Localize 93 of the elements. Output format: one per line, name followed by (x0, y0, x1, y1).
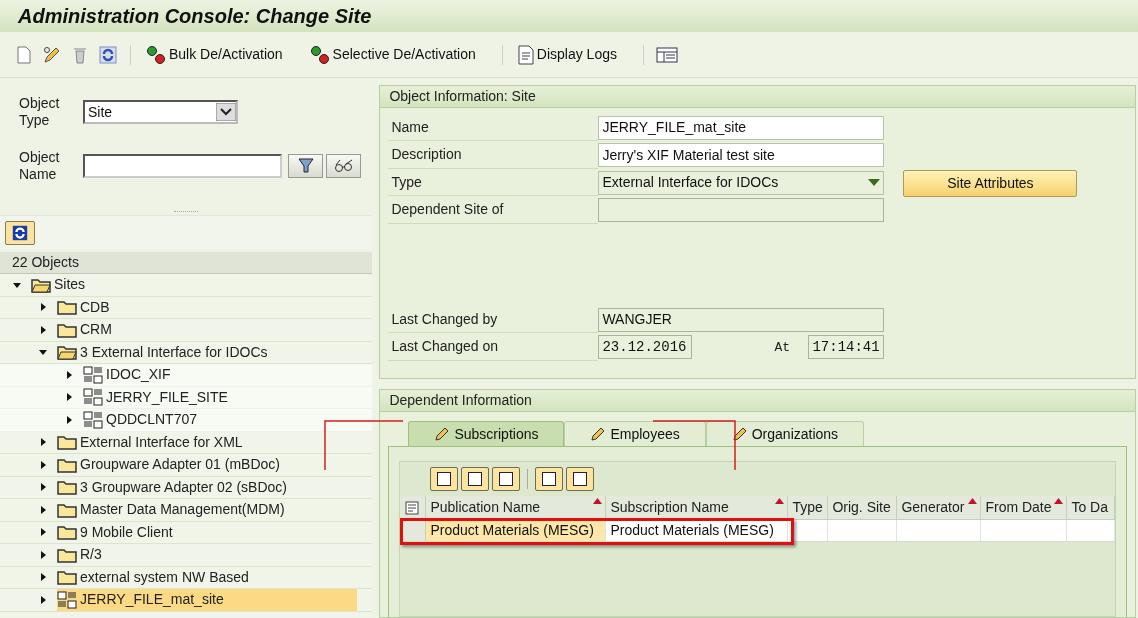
object-type-dropdown[interactable]: Site (83, 100, 238, 124)
column-header[interactable]: Generator (897, 496, 982, 519)
tree-item[interactable]: 9 Mobile Client (57, 521, 189, 543)
tree-item[interactable]: 3 External Interface for IDOCs (57, 341, 284, 363)
folder-icon (57, 569, 77, 586)
open-folder-icon (31, 276, 51, 293)
refresh-icon (11, 224, 29, 242)
site-icon (57, 590, 77, 609)
expand-arrow-icon[interactable] (38, 324, 48, 335)
column-header[interactable]: To Da (1067, 496, 1115, 519)
field-label: Description (388, 141, 599, 169)
type-dropdown[interactable]: External Interface for IDOCs (598, 170, 885, 195)
caret-icon (216, 103, 236, 121)
expand-arrow-icon[interactable] (38, 572, 48, 583)
column-header[interactable]: From Date (981, 496, 1068, 519)
folder-icon (57, 321, 77, 338)
tab[interactable]: Employees (564, 421, 706, 446)
window-title: Administration Console: Change Site (18, 4, 372, 29)
folder-icon (57, 434, 77, 451)
blank-page-icon[interactable] (16, 45, 32, 64)
field-label: Object Type (19, 95, 61, 129)
expand-arrow-icon[interactable] (38, 302, 48, 313)
filter-icon (297, 158, 314, 174)
expand-arrow-icon[interactable] (38, 527, 48, 538)
tree-item[interactable]: External Interface for XML (57, 431, 259, 453)
expand-arrow-icon[interactable] (38, 504, 48, 515)
refresh-button[interactable] (5, 221, 35, 245)
traffic-lights-icon (145, 44, 167, 65)
toolbar-button[interactable]: Display Logs (514, 44, 619, 65)
glasses-icon (333, 159, 354, 173)
expand-arrow-icon[interactable] (64, 369, 74, 380)
table-cell: Product Materials (MESG) (606, 520, 789, 541)
toolbar-button[interactable]: Bulk De/Activation (143, 44, 285, 65)
site-attributes-button[interactable]: Site Attributes (903, 170, 1078, 197)
folder-icon (57, 479, 77, 496)
column-settings-icon (404, 500, 421, 515)
table-icon[interactable] (655, 46, 678, 63)
pencil-icon (590, 426, 607, 442)
tab[interactable]: Subscriptions (408, 421, 565, 446)
time-field: 17:14:41 (808, 335, 885, 360)
field-label: Name (388, 114, 599, 142)
pencil-glasses-icon[interactable] (42, 45, 62, 64)
field-label: Type (388, 169, 599, 197)
expand-arrow-icon[interactable] (38, 549, 48, 560)
expand-arrow-icon[interactable] (38, 482, 48, 493)
tree-item[interactable]: CDB (57, 296, 126, 318)
column-header[interactable]: Orig. Site (828, 496, 898, 519)
object-name-field[interactable] (83, 154, 282, 178)
expand-arrow-icon[interactable] (38, 459, 48, 470)
column-header[interactable]: Publication Name (426, 496, 607, 519)
list-header: 22 Objects (0, 252, 372, 274)
column-header[interactable]: Type (788, 496, 829, 519)
expand-arrow-icon[interactable] (38, 594, 48, 605)
folder-icon (57, 501, 77, 518)
tree-item[interactable]: 3 Groupware Adapter 02 (sBDoc) (57, 476, 303, 498)
input-field[interactable]: JERRY_FILE_mat_site (598, 115, 885, 140)
field-label: Dependent Site of (388, 196, 599, 224)
field-label: Last Changed by (388, 306, 599, 334)
pencil-icon (731, 426, 748, 442)
table-cell: Product Materials (MESG) (426, 520, 607, 541)
pencil-icon (434, 426, 451, 442)
column-header[interactable]: Subscription Name (606, 496, 789, 519)
caret-icon (868, 178, 881, 187)
folder-icon (57, 299, 77, 316)
input-field[interactable]: Jerry's XIF Material test site (598, 143, 885, 168)
tree-item[interactable]: JERRY_FILE_mat_site (57, 589, 357, 611)
expand-arrow-icon[interactable] (64, 392, 74, 403)
field-label: Last Changed on (388, 333, 599, 361)
toolbar-button[interactable]: Selective De/Activation (306, 44, 478, 65)
tab[interactable]: Organizations (705, 421, 865, 446)
open-folder-icon (57, 344, 77, 361)
readonly-field: WANGJER (598, 307, 885, 332)
expand-arrow-icon[interactable] (38, 437, 48, 448)
trash-icon[interactable] (72, 45, 88, 64)
tree-item[interactable]: Sites (31, 274, 102, 296)
date-field: 23.12.2016 (598, 335, 693, 360)
expand-arrow-icon[interactable] (64, 414, 74, 425)
tree-item[interactable]: Groupware Adapter 01 (mBDoc) (57, 454, 296, 476)
glasses-button[interactable] (326, 154, 361, 178)
traffic-lights-icon (308, 44, 331, 65)
folder-icon (57, 524, 77, 541)
field-label: At (774, 338, 792, 357)
field-label: Object Name (19, 149, 61, 183)
tree-item[interactable]: CRM (57, 319, 128, 341)
folder-icon (57, 456, 77, 473)
folder-icon (57, 546, 77, 563)
panel-header: Object Information: Site (380, 86, 1135, 108)
tree-item[interactable]: Master Data Management(MDM) (57, 499, 301, 521)
document-icon (516, 44, 535, 65)
panel-header: Dependent Information (380, 390, 1135, 412)
tree-item[interactable]: external system NW Based (57, 566, 265, 588)
tree-item[interactable]: R/3 (57, 544, 118, 566)
refresh-icon[interactable] (98, 44, 118, 65)
